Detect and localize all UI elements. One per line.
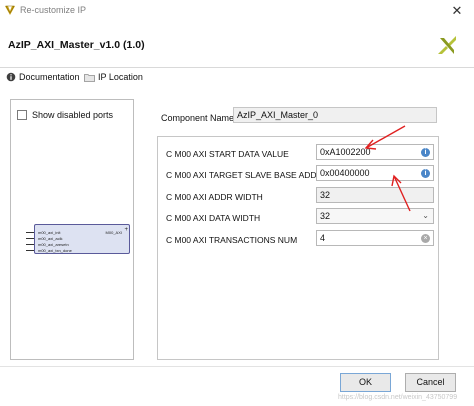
cancel-button[interactable]: Cancel	[405, 373, 456, 392]
watermark: https://blog.csdn.net/weixin_43750799	[338, 394, 458, 401]
param-label: C M00 AXI TARGET SLAVE BASE ADDR	[166, 170, 323, 180]
show-disabled-ports-row[interactable]: Show disabled ports	[17, 110, 113, 120]
show-disabled-ports-label: Show disabled ports	[32, 110, 114, 120]
port-pin	[26, 250, 34, 251]
clear-icon[interactable]: ×	[421, 234, 430, 243]
param-label: C M00 AXI ADDR WIDTH	[166, 192, 263, 202]
show-disabled-ports-checkbox[interactable]	[17, 110, 27, 120]
component-name-label: Component Name	[161, 113, 235, 123]
window-title: Re-customize IP	[20, 5, 87, 15]
vivado-app-icon	[5, 5, 15, 15]
ok-button[interactable]: OK	[340, 373, 391, 392]
port-label: m00_axi_init	[38, 230, 61, 235]
port-pin	[26, 244, 34, 245]
param-label: C M00 AXI DATA WIDTH	[166, 213, 261, 223]
dialog-header: AzIP_AXI_Master_v1.0 (1.0)	[0, 22, 474, 68]
port-label: m00_axi_aresetn	[38, 242, 69, 247]
footer-divider	[0, 366, 474, 367]
ip-symbol-panel: Show disabled ports m00_axi_init m00_axi…	[10, 99, 134, 360]
start-data-value-input[interactable]: 0xA1002200 i	[316, 144, 434, 160]
param-value: 32	[320, 211, 331, 221]
info-icon[interactable]: i	[421, 169, 430, 178]
param-value: 0x00400000	[320, 168, 370, 178]
port-pin	[26, 238, 34, 239]
chevron-down-icon[interactable]: ⌄	[422, 211, 429, 220]
port-label: m00_axi_txn_done	[38, 248, 72, 253]
param-label: C M00 AXI START DATA VALUE	[166, 149, 289, 159]
ip-title: AzIP_AXI_Master_v1.0 (1.0)	[8, 39, 145, 51]
window-titlebar: Re-customize IP ✕	[0, 0, 474, 22]
port-label: M00_AXI	[105, 230, 122, 235]
data-width-select[interactable]: 32 ⌄	[316, 208, 434, 224]
transactions-num-input[interactable]: 4 ×	[316, 230, 434, 246]
target-slave-base-addr-input[interactable]: 0x00400000 i	[316, 165, 434, 181]
addr-width-field: 32	[316, 187, 434, 203]
param-value: 4	[320, 233, 326, 243]
component-name-field[interactable]: AzIP_AXI_Master_0	[233, 107, 437, 123]
ip-location-button[interactable]: IP Location	[84, 72, 143, 82]
parameters-panel: C M00 AXI START DATA VALUE 0xA1002200 i …	[157, 136, 439, 360]
ip-symbol-block[interactable]: m00_axi_init m00_axi_aclk m00_axi_areset…	[34, 224, 130, 254]
toolbar: Documentation IP Location	[0, 68, 474, 90]
documentation-label: Documentation	[19, 72, 80, 82]
documentation-icon	[6, 72, 16, 82]
close-button[interactable]: ✕	[444, 1, 470, 21]
param-label: C M00 AXI TRANSACTIONS NUM	[166, 235, 298, 245]
expand-port-icon[interactable]: +	[124, 227, 128, 233]
port-pin	[26, 232, 34, 233]
xilinx-logo-icon	[438, 36, 456, 54]
documentation-button[interactable]: Documentation	[6, 72, 80, 82]
folder-icon	[84, 73, 95, 82]
info-icon[interactable]: i	[421, 148, 430, 157]
param-value: 32	[320, 190, 331, 200]
ip-location-label: IP Location	[98, 72, 143, 82]
param-value: 0xA1002200	[320, 147, 371, 157]
port-label: m00_axi_aclk	[38, 236, 63, 241]
